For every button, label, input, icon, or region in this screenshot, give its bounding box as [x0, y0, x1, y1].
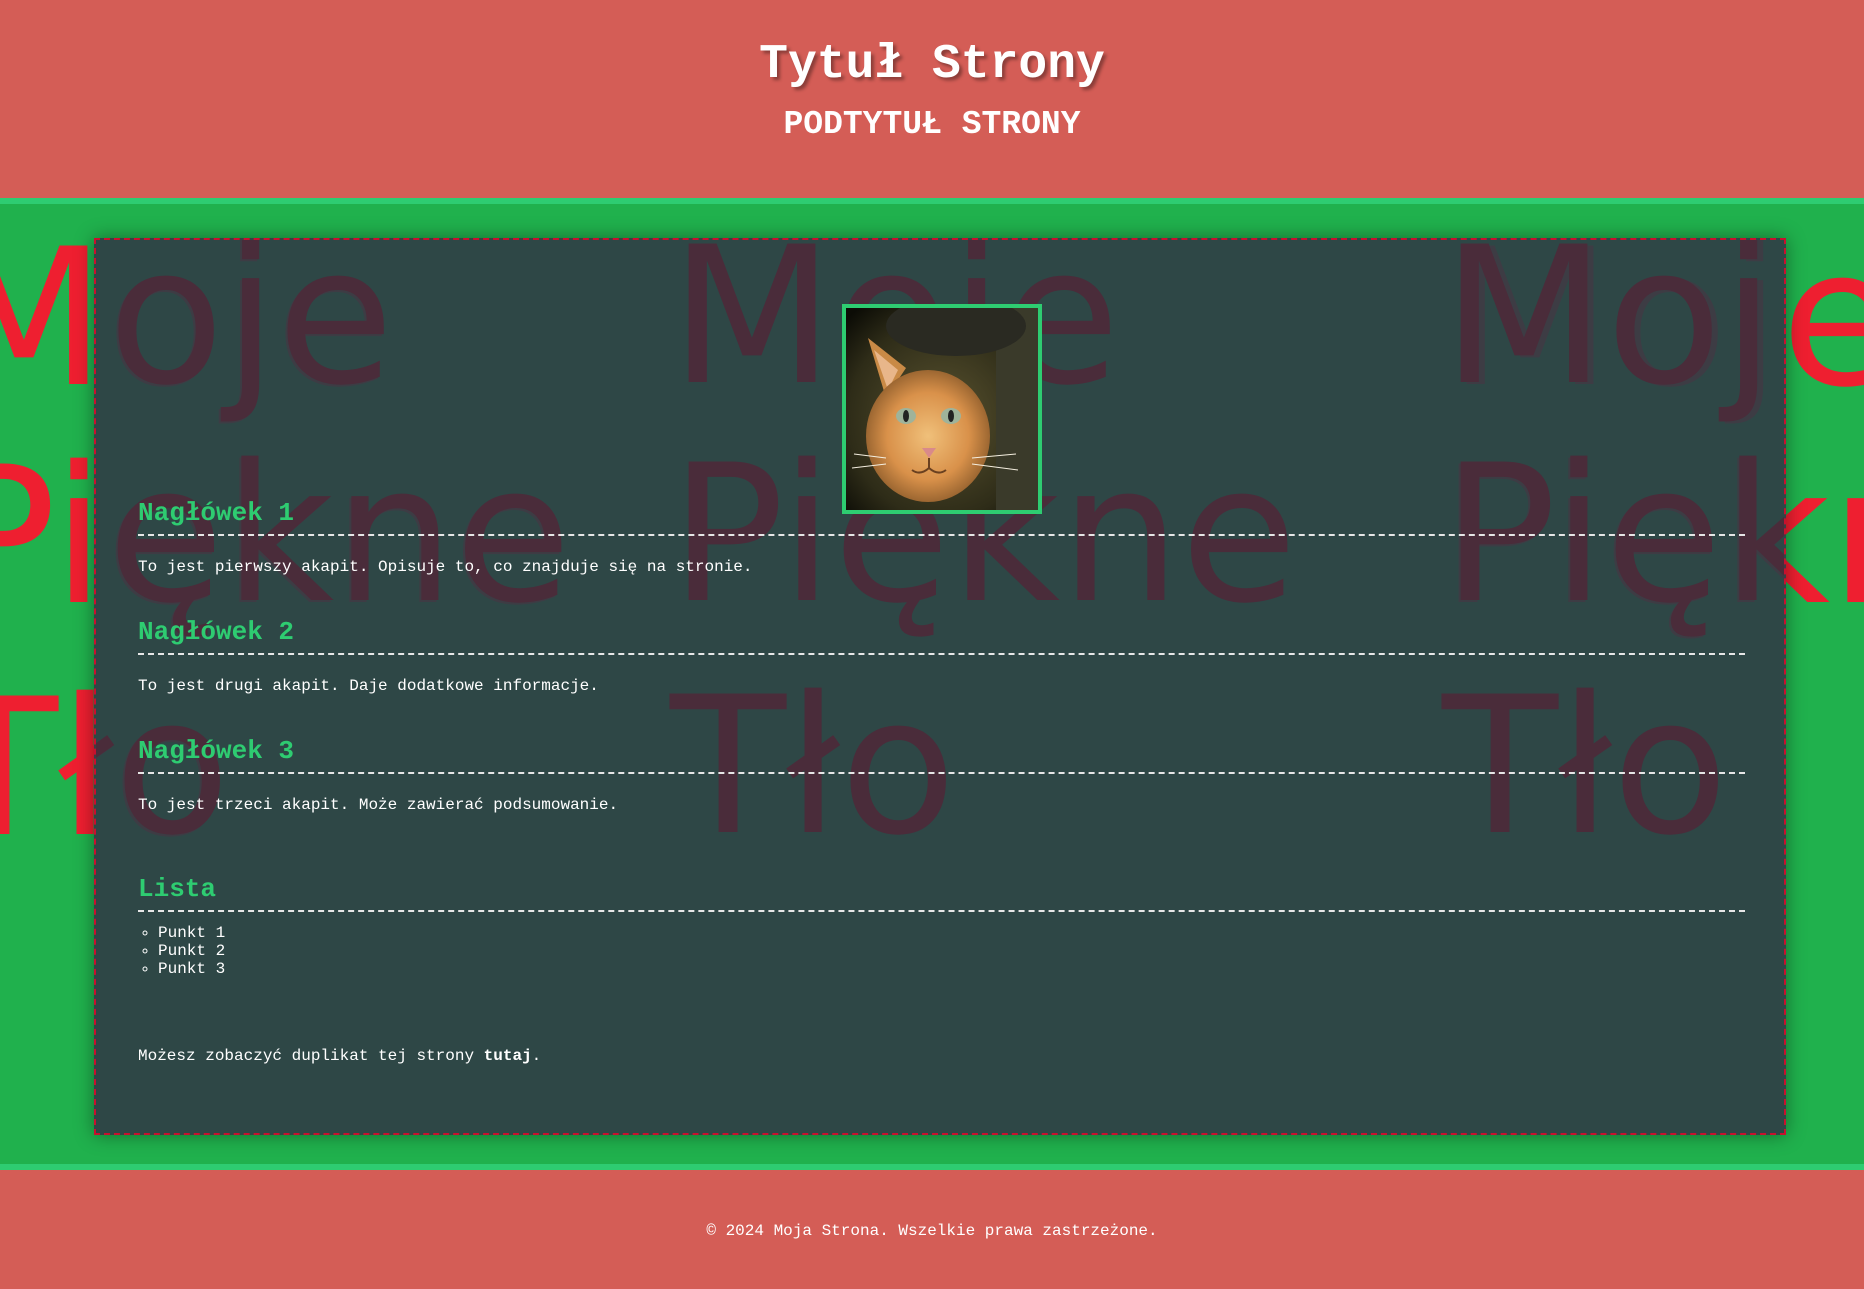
card-bg-word-moje-1: Moje [96, 240, 394, 427]
section-heading: Nagłówek 2 [138, 617, 1745, 655]
section-2: Nagłówek 2 To jest drugi akapit. Daje do… [138, 617, 1745, 695]
cat-photo [842, 304, 1042, 514]
section-text: To jest pierwszy akapit. Opisuje to, co … [138, 558, 753, 576]
list-section: Lista Punkt 1 Punkt 2 Punkt 3 [138, 874, 1745, 978]
page-header: Tytuł Strony PODTYTUŁ STRONY [0, 0, 1864, 204]
section-text: To jest trzeci akapit. Może zawierać pod… [138, 796, 619, 814]
card-bg-word-moje-3: Moje [1442, 240, 1784, 427]
duplicate-suffix: . [531, 1047, 542, 1065]
list-item: Punkt 1 [158, 924, 1745, 942]
duplicate-text: Możesz zobaczyć duplikat tej strony [138, 1047, 484, 1065]
section-1: Nagłówek 1 To jest pierwszy akapit. Opis… [138, 498, 1745, 576]
duplicate-note: Możesz zobaczyć duplikat tej strony tuta… [138, 1047, 541, 1065]
footer-copyright: © 2024 Moja Strona. Wszelkie prawa zastr… [706, 1222, 1158, 1240]
list-item: Punkt 3 [158, 960, 1745, 978]
list-heading: Lista [138, 874, 1745, 912]
page-subtitle: PODTYTUŁ STRONY [783, 106, 1081, 143]
bullet-list: Punkt 1 Punkt 2 Punkt 3 [138, 924, 1745, 978]
section-text: To jest drugi akapit. Daje dodatkowe inf… [138, 677, 599, 695]
cat-image [846, 308, 1038, 510]
content-card: Moje Moje Moje Piękne Piękne Piękne Tło … [94, 238, 1786, 1135]
list-item: Punkt 2 [158, 942, 1745, 960]
page-title: Tytuł Strony [759, 38, 1105, 92]
section-heading: Nagłówek 1 [138, 498, 1745, 536]
section-heading: Nagłówek 3 [138, 736, 1745, 774]
duplicate-link[interactable]: tutaj [484, 1047, 532, 1065]
page-footer: © 2024 Moja Strona. Wszelkie prawa zastr… [0, 1164, 1864, 1289]
section-3: Nagłówek 3 To jest trzeci akapit. Może z… [138, 736, 1745, 814]
